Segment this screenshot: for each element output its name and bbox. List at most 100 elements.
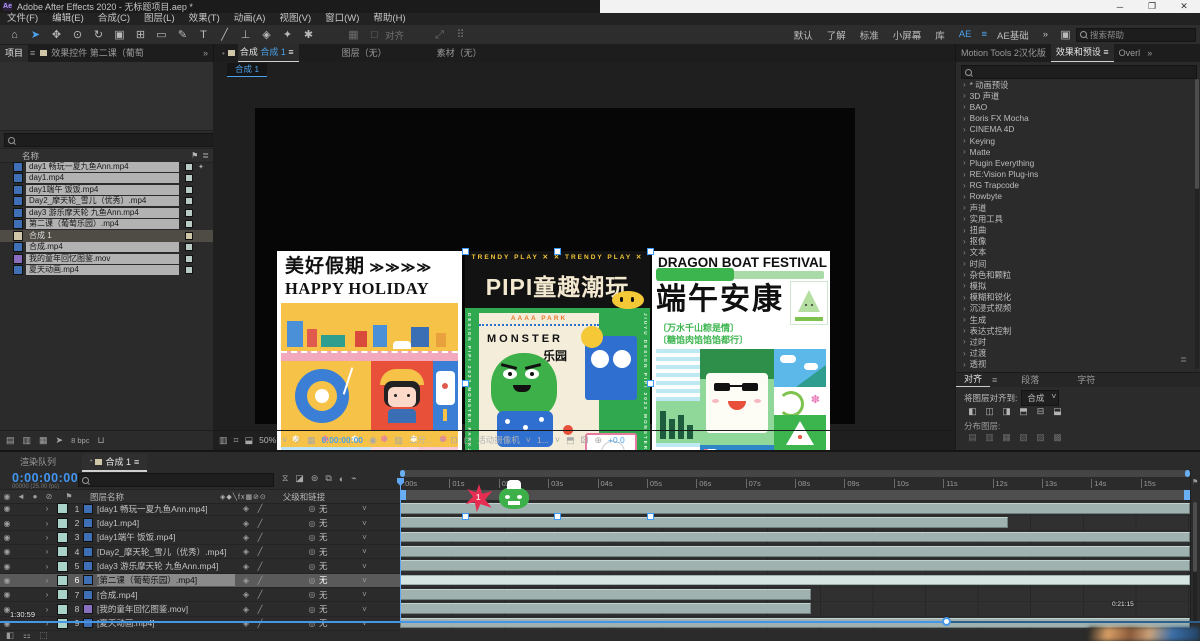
expander-icon[interactable]: ›	[963, 270, 966, 279]
parent-value[interactable]: 无	[319, 531, 328, 543]
quality-switch-icon[interactable]: ╱	[253, 533, 267, 542]
puppet-pin-tool[interactable]: ✱	[298, 26, 319, 44]
expand-in-out-icon[interactable]: ⬚	[40, 630, 48, 641]
new-composition-icon[interactable]: ▦	[39, 435, 48, 446]
workspace-ae-basic[interactable]: AE基础	[990, 28, 1036, 42]
layer-name[interactable]: [day1.mp4]	[97, 518, 235, 528]
label-color-chip[interactable]	[57, 532, 68, 543]
timeline-layer-row[interactable]: ◉ › 6 [第二课（葡萄乐园）.mp4] ◈ ╱ ◎ 无 ˅	[0, 574, 400, 588]
current-time-display[interactable]: 0:00:00:00	[12, 471, 78, 485]
selection-tool[interactable]: ➤	[25, 26, 46, 44]
video-progress-track[interactable]	[0, 621, 1200, 623]
timeline-scrollbar[interactable]	[1193, 502, 1197, 622]
brush-tool[interactable]: ╱	[214, 26, 235, 44]
effects-category-row[interactable]: › 抠像	[958, 236, 1190, 247]
expander-icon[interactable]: ›	[963, 337, 966, 346]
expander-icon[interactable]: ›	[963, 192, 966, 201]
menu-item[interactable]: 效果(T)	[182, 13, 227, 25]
layer-expander-icon[interactable]: ›	[40, 504, 54, 513]
expander-icon[interactable]: ›	[963, 349, 966, 358]
project-file-row[interactable]: 第二课（葡萄乐园）.mp4 ✦	[0, 219, 213, 231]
effects-category-row[interactable]: › 实用工具	[958, 213, 1190, 224]
file-checkbox[interactable]	[185, 163, 193, 171]
layer-name[interactable]: [合成.mp4]	[97, 589, 235, 601]
expander-icon[interactable]: ›	[963, 315, 966, 324]
expander-icon[interactable]: ›	[963, 293, 966, 302]
distribute-top-button[interactable]: ▤	[964, 432, 981, 443]
project-file-row[interactable]: day1 畅玩一夏九鱼Ann.mp4 ✦	[0, 161, 213, 173]
pan-behind-tool[interactable]: ⊞	[130, 26, 151, 44]
resolution-dropdown-icon[interactable]: ˅	[439, 435, 444, 445]
exposure-value[interactable]: +0.0	[608, 435, 625, 445]
marker-icon[interactable]: ⚑	[1192, 478, 1198, 486]
timeline-layer-row[interactable]: ◉ › 8 [我的童年回忆图鉴.mov] ◈ ╱ ◎ 无 ˅	[0, 602, 400, 616]
workspace-learn[interactable]: 了解	[820, 28, 853, 42]
align-right-button[interactable]: ◨	[998, 406, 1015, 417]
layer-name[interactable]: [夏天动画.mp4]	[97, 617, 235, 629]
clone-stamp-tool[interactable]: ⊥	[235, 26, 256, 44]
effects-category-row[interactable]: › 文本	[958, 247, 1190, 258]
expander-icon[interactable]: ›	[963, 360, 966, 369]
effects-category-row[interactable]: › 扭曲	[958, 224, 1190, 235]
home-tool[interactable]: ⌂	[4, 26, 25, 44]
project-file-row[interactable]: 合成.mp4 ✦	[0, 242, 213, 254]
zoom-tool[interactable]: ⊙	[67, 26, 88, 44]
menu-item[interactable]: 窗口(W)	[318, 13, 366, 25]
tab-effects-presets[interactable]: 效果和预设 ≡	[1051, 44, 1114, 63]
layer-expander-icon[interactable]: ›	[40, 576, 54, 585]
selection-handle[interactable]	[647, 513, 654, 520]
effects-category-row[interactable]: › 生成	[958, 314, 1190, 325]
expander-icon[interactable]: ›	[963, 170, 966, 179]
align-menu-icon[interactable]: ≡	[990, 374, 999, 387]
distribute-bottom-button[interactable]: ▦	[998, 432, 1015, 443]
hide-shy-layers-icon[interactable]: ⊜	[311, 473, 319, 484]
parent-value[interactable]: 无	[319, 503, 328, 515]
effects-category-row[interactable]: › 模拟	[958, 280, 1190, 291]
timeline-layer-row[interactable]: ◉ › 2 [day1.mp4] ◈ ╱ ◎ 无 ˅	[0, 516, 400, 530]
project-file-row[interactable]: 合成 1 ✦	[0, 230, 213, 242]
expander-icon[interactable]: ›	[963, 136, 966, 145]
effects-search-input[interactable]	[961, 65, 1197, 79]
parent-value[interactable]: 无	[319, 617, 328, 629]
parent-pickwhip-icon[interactable]: ◎	[305, 533, 319, 542]
visibility-eye-icon[interactable]: ◉	[0, 519, 14, 528]
comp-canvas[interactable]: 美好假期 ≫≫≫≫ HAPPY HOLIDAY	[255, 108, 855, 424]
resolution-select[interactable]: 二分...	[409, 434, 433, 446]
transparency-grid-icon[interactable]: ◻	[464, 435, 471, 446]
file-checkbox[interactable]	[185, 266, 193, 274]
project-file-row[interactable]: day3 游乐摩天轮 九鱼Ann.mp4 ✦	[0, 207, 213, 219]
collapse-switch-icon[interactable]: ◈	[239, 519, 253, 528]
selection-handle[interactable]	[462, 513, 469, 520]
timeline-layer-row[interactable]: ◉ › 4 [Day2_摩天轮_雪儿（优秀）.mp4] ◈ ╱ ◎ 无 ˅	[0, 545, 400, 559]
effects-category-row[interactable]: › RE:Vision Plug-ins	[958, 169, 1190, 180]
playhead-line[interactable]	[400, 478, 401, 622]
layer-duration-bar[interactable]	[400, 532, 1190, 543]
menu-item[interactable]: 编辑(E)	[45, 13, 91, 25]
effects-category-row[interactable]: › 3D 声道	[958, 90, 1190, 101]
distribute-h-center-button[interactable]: ▨	[1032, 432, 1049, 443]
label-color-chip[interactable]	[57, 503, 68, 514]
file-checkbox[interactable]	[185, 209, 193, 217]
layer-expander-icon[interactable]: ›	[40, 547, 54, 556]
effects-category-row[interactable]: › CINEMA 4D	[958, 124, 1190, 135]
align-top-button[interactable]: ⬒	[1015, 406, 1032, 417]
parent-value[interactable]: 无	[319, 517, 328, 529]
expander-icon[interactable]: ›	[963, 237, 966, 246]
eraser-tool[interactable]: ◈	[256, 26, 277, 44]
expander-icon[interactable]: ›	[963, 114, 966, 123]
effects-category-row[interactable]: › 声道	[958, 202, 1190, 213]
layer-expander-icon[interactable]: ›	[40, 590, 54, 599]
layer-expander-icon[interactable]: ›	[40, 533, 54, 542]
effects-category-row[interactable]: › 模糊和锐化	[958, 292, 1190, 303]
rotation-tool[interactable]: ↻	[88, 26, 109, 44]
timeline-layer-row[interactable]: ◉ › 7 [合成.mp4] ◈ ╱ ◎ 无 ˅	[0, 588, 400, 602]
visibility-eye-icon[interactable]: ◉	[0, 562, 14, 571]
layer-name[interactable]: [Day2_摩天轮_雪儿（优秀）.mp4]	[97, 546, 235, 558]
minimize-button[interactable]: ─	[1104, 2, 1136, 12]
layer-name[interactable]: [day1 畅玩一夏九鱼Ann.mp4]	[97, 503, 235, 515]
draft-3d-icon[interactable]: ◪	[295, 473, 304, 484]
zoom-level[interactable]: 50%	[259, 435, 276, 445]
parent-value[interactable]: 无	[319, 560, 328, 572]
interpret-footage-icon[interactable]: ▤	[6, 435, 15, 446]
effects-category-row[interactable]: › BAO	[958, 101, 1190, 112]
